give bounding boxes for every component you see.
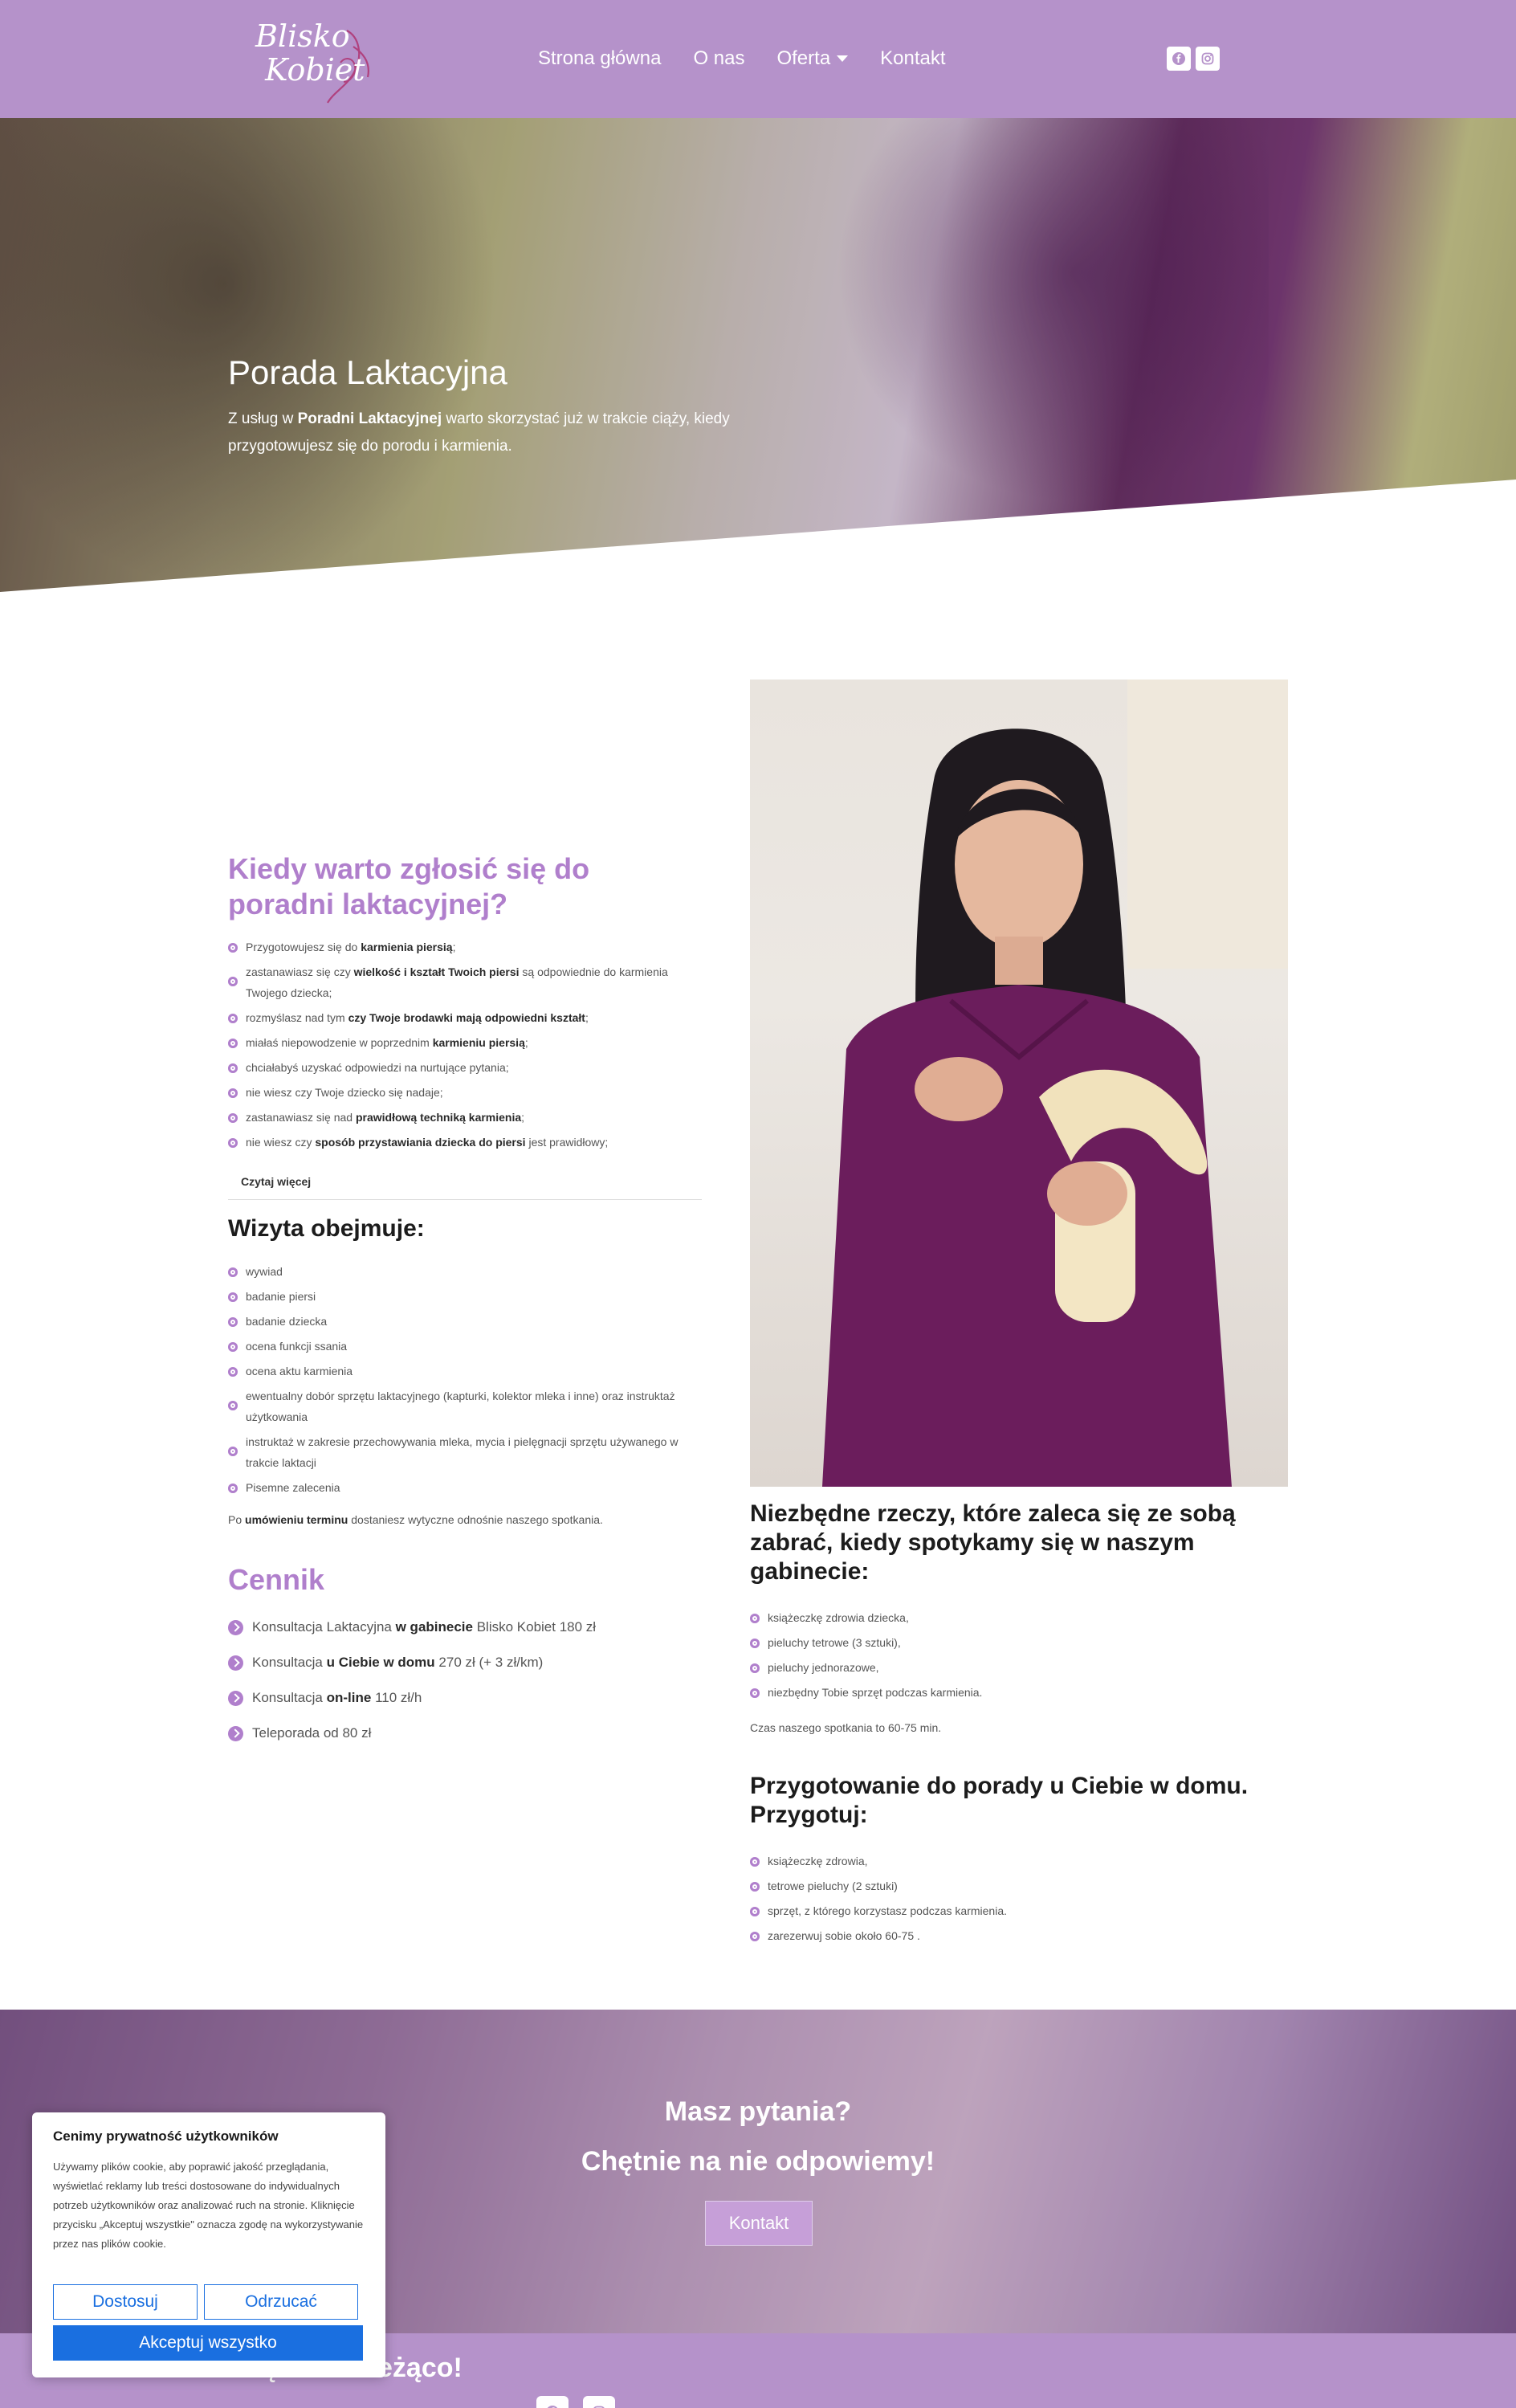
footer-social <box>536 2396 615 2408</box>
list-item: zastanawiasz się nad prawidłową techniką… <box>228 1107 702 1128</box>
pricing-heading: Cennik <box>228 1563 325 1596</box>
instagram-icon[interactable] <box>583 2396 615 2408</box>
price-item: Konsultacja Laktacyjna w gabinecie Blisk… <box>228 1617 702 1638</box>
instagram-icon[interactable] <box>1196 47 1220 71</box>
list-item: zarezerwuj sobie około 60-75 . <box>750 1925 1288 1946</box>
list-item: tetrowe pieluchy (2 sztuki) <box>750 1875 1288 1896</box>
cookie-banner: Cenimy prywatność użytkowników Używamy p… <box>32 2112 385 2377</box>
list-item: ocena aktu karmienia <box>228 1361 702 1382</box>
nav-about[interactable]: O nas <box>693 45 744 72</box>
cookie-customize-button[interactable]: Dostosuj <box>53 2284 198 2320</box>
list-item: ocena funkcji ssania <box>228 1336 702 1357</box>
list-item: sprzęt, z którego korzystasz podczas kar… <box>750 1900 1288 1921</box>
list-item: Przygotowujesz się do karmienia piersią; <box>228 937 702 957</box>
list-item: książeczkę zdrowia dziecka, <box>750 1607 1288 1628</box>
when-heading: Kiedy warto zgłosić się do poradni lakta… <box>228 852 590 920</box>
nav-contact-label: Kontakt <box>880 47 946 69</box>
bring-note: Czas naszego spotkania to 60-75 min. <box>750 1721 942 1734</box>
contact-button[interactable]: Kontakt <box>705 2201 813 2246</box>
hero-text-bold: Poradni Laktacyjnej <box>297 410 442 427</box>
facebook-icon[interactable] <box>536 2396 568 2408</box>
visit-note: Po umówieniu terminu dostaniesz wytyczne… <box>228 1513 603 1526</box>
consultant-illustration <box>822 680 1288 1487</box>
list-item: ewentualny dobór sprzętu laktacyjnego (k… <box>228 1386 702 1427</box>
cookie-accept-button[interactable]: Akceptuj wszystko <box>53 2325 363 2361</box>
chevron-down-icon <box>837 55 849 62</box>
nav-about-label: O nas <box>693 47 745 69</box>
nav-contact[interactable]: Kontakt <box>880 45 945 72</box>
list-item: instruktaż w zakresie przechowywania mle… <box>228 1431 702 1473</box>
home-list: książeczkę zdrowia, tetrowe pieluchy (2 … <box>750 1851 1288 1946</box>
list-item: rozmyślasz nad tym czy Twoje brodawki ma… <box>228 1007 702 1028</box>
list-item: nie wiesz czy sposób przystawiania dziec… <box>228 1132 702 1153</box>
facebook-icon[interactable] <box>1167 47 1191 71</box>
visit-heading: Wizyta obejmuje: <box>228 1215 425 1242</box>
price-item: Teleporada od 80 zł <box>228 1723 702 1744</box>
consultant-photo <box>750 680 1288 1487</box>
main-nav: Strona główna O nas Oferta Kontakt <box>538 45 946 72</box>
nav-offer[interactable]: Oferta <box>776 45 849 72</box>
read-more-toggle[interactable]: Czytaj więcej <box>228 1175 702 1200</box>
when-list: Przygotowujesz się do karmienia piersią;… <box>228 937 702 1153</box>
list-item: książeczkę zdrowia, <box>750 1851 1288 1871</box>
list-item: miałaś niepowodzenie w poprzednim karmie… <box>228 1032 702 1053</box>
nav-home[interactable]: Strona główna <box>538 45 661 72</box>
list-item: niezbędny Tobie sprzęt podczas karmienia… <box>750 1682 1288 1703</box>
price-item: Konsultacja on-line 110 zł/h <box>228 1688 702 1708</box>
hero-description: Z usług w Poradni Laktacyjnej warto skor… <box>228 406 758 460</box>
logo-text: Blisko Kobiet <box>255 18 365 88</box>
right-column: Niezbędne rzeczy, które zaleca się ze so… <box>750 1500 1288 1950</box>
hero-text-part: Z usług w <box>228 410 298 427</box>
hero-section: Porada Laktacyjna Z usług w Poradni Lakt… <box>0 118 1516 592</box>
list-item: pieluchy jednorazowe, <box>750 1657 1288 1678</box>
price-item: Konsultacja u Ciebie w domu 270 zł (+ 3 … <box>228 1652 702 1673</box>
left-column: Kiedy warto zgłosić się do poradni lakta… <box>228 851 702 1758</box>
page-title: Porada Laktacyjna <box>228 353 507 391</box>
list-item: badanie piersi <box>228 1286 702 1307</box>
bring-heading: Niezbędne rzeczy, które zaleca się ze so… <box>750 1500 1236 1585</box>
logo[interactable]: Blisko Kobiet <box>251 14 387 111</box>
list-item: zastanawiasz się czy wielkość i kształt … <box>228 961 702 1003</box>
site-header: Blisko Kobiet Strona główna O nas Oferta… <box>0 0 1516 118</box>
home-heading: Przygotowanie do porady u Ciebie w domu.… <box>750 1773 1249 1828</box>
list-item: chciałabyś uzyskać odpowiedzi na nurtują… <box>228 1057 702 1078</box>
nav-offer-label: Oferta <box>776 47 831 69</box>
pricing-list: Konsultacja Laktacyjna w gabinecie Blisk… <box>228 1617 702 1744</box>
nav-home-label: Strona główna <box>538 47 662 69</box>
cookie-title: Cenimy prywatność użytkowników <box>53 2128 279 2144</box>
bring-list: książeczkę zdrowia dziecka, pieluchy tet… <box>750 1607 1288 1703</box>
list-item: wywiad <box>228 1261 702 1282</box>
list-item: pieluchy tetrowe (3 sztuki), <box>750 1632 1288 1653</box>
header-social <box>1167 47 1220 71</box>
list-item: Pisemne zalecenia <box>228 1477 702 1498</box>
cookie-reject-button[interactable]: Odrzucać <box>204 2284 358 2320</box>
list-item: badanie dziecka <box>228 1311 702 1332</box>
list-item: nie wiesz czy Twoje dziecko się nadaje; <box>228 1082 702 1103</box>
cookie-text: Używamy plików cookie, aby poprawić jako… <box>53 2161 364 2250</box>
visit-list: wywiad badanie piersi badanie dziecka oc… <box>228 1261 702 1498</box>
